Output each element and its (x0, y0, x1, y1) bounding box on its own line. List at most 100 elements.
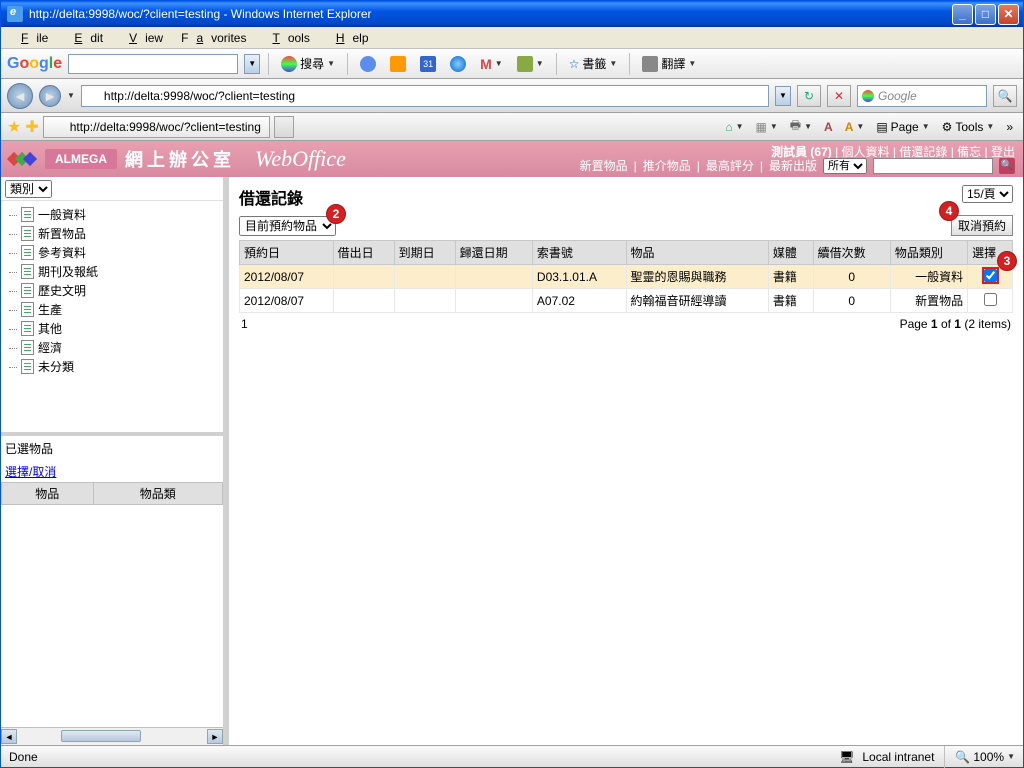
chevron-right-icon[interactable]: » (1002, 118, 1017, 136)
feeds-button[interactable]: ▦▼ (752, 118, 782, 136)
select-toggle-link[interactable]: 選擇/取消 (1, 461, 223, 482)
table-row[interactable]: 2012/08/07D03.1.01.A聖靈的恩賜與職務書籍0一般資料 (240, 265, 1013, 289)
text-size-button[interactable]: A (820, 118, 837, 136)
banner-filter-select[interactable]: 所有 (823, 158, 867, 174)
column-header[interactable]: 預約日 (240, 241, 334, 265)
minimize-button[interactable]: _ (952, 4, 973, 25)
link-latest[interactable]: 最新出版 (769, 157, 817, 174)
status-bar: Done 🖥 Local intranet 🔍100%▼ (1, 745, 1023, 767)
search-go-button[interactable]: 🔍 (993, 85, 1017, 107)
cancel-reservation-button[interactable]: 取消預約 (951, 215, 1013, 236)
main-panel: 15/頁 借還記錄 目前預約物品 2 取消預約 4 預約日借出日到期日歸還日期索… (229, 177, 1023, 745)
table-cell: 2012/08/07 (240, 289, 334, 313)
menu-view[interactable]: View (113, 29, 171, 47)
sidebar-item[interactable]: 參考資料 (1, 243, 223, 262)
menu-favorites[interactable]: Favorites (173, 29, 254, 47)
print-button[interactable]: 🖶▼ (786, 114, 816, 139)
tb-more-icon[interactable]: ▼ (513, 54, 548, 74)
address-bar[interactable]: http://delta:9998/woc/?client=testing (81, 85, 769, 107)
maximize-button[interactable]: □ (975, 4, 996, 25)
home-button[interactable]: ⌂▼ (721, 118, 747, 136)
tb-bookmarks[interactable]: ☆書籤▼ (565, 53, 622, 74)
table-cell (394, 265, 455, 289)
scroll-thumb[interactable] (61, 730, 141, 742)
link-new-items[interactable]: 新置物品 (580, 157, 628, 174)
add-favorite-icon[interactable]: ✚ (25, 117, 38, 137)
tb-news-icon[interactable] (446, 54, 470, 74)
sidebar-hscrollbar[interactable]: ◄ ► (1, 727, 223, 745)
sidebar-item-label: 新置物品 (38, 225, 86, 242)
column-header[interactable]: 續借次數 (813, 241, 890, 265)
badge-2: 2 (326, 204, 346, 224)
tb-translate[interactable]: 翻譯▼ (638, 53, 700, 74)
favorites-star-icon[interactable]: ★ (7, 117, 21, 137)
row-select-checkbox[interactable] (984, 293, 997, 306)
column-header[interactable]: 歸還日期 (455, 241, 532, 265)
column-header[interactable]: 物品類別 (890, 241, 967, 265)
back-button[interactable]: ◄ (7, 83, 33, 109)
document-icon (21, 359, 34, 374)
text-color-button[interactable]: A▼ (841, 118, 869, 136)
link-top-rated[interactable]: 最高評分 (706, 157, 754, 174)
filter-select[interactable]: 目前預約物品 (239, 216, 336, 236)
menu-help[interactable]: Help (320, 29, 377, 47)
table-cell: 書籍 (768, 289, 813, 313)
menu-edit[interactable]: Edit (58, 29, 111, 47)
sidebar-item[interactable]: 未分類 (1, 357, 223, 376)
zoom-control[interactable]: 🔍100%▼ (955, 750, 1015, 764)
tb-share-icon[interactable] (356, 54, 380, 74)
sidebar-item[interactable]: 其他 (1, 319, 223, 338)
google-search-input[interactable] (68, 54, 238, 74)
scroll-right-icon[interactable]: ► (207, 729, 223, 744)
table-cell: 新置物品 (890, 289, 967, 313)
link-featured[interactable]: 推介物品 (643, 157, 691, 174)
table-row[interactable]: 2012/08/07A07.02約翰福音研經導讀書籍0新置物品 (240, 289, 1013, 313)
sidebar-item[interactable]: 一般資料 (1, 205, 223, 224)
col-item: 物品 (2, 482, 94, 504)
per-page-select[interactable]: 15/頁 (962, 185, 1013, 203)
col-item-type: 物品類 (93, 482, 222, 504)
close-button[interactable]: ✕ (998, 4, 1019, 25)
tb-calendar-icon[interactable]: 31 (416, 54, 440, 74)
browser-tab[interactable]: http://delta:9998/woc/?client=testing (43, 116, 270, 138)
column-header[interactable]: 借出日 (333, 241, 394, 265)
brand-cn: 網上辦公室 (125, 146, 235, 172)
google-logo: Google (7, 55, 62, 73)
page-menu[interactable]: ▤Page▼ (872, 118, 933, 136)
table-cell: 0 (813, 265, 890, 289)
browser-search-box[interactable]: Google (857, 85, 987, 107)
address-dropdown[interactable]: ▼ (775, 86, 791, 106)
sidebar-item[interactable]: 生產 (1, 300, 223, 319)
google-search-dropdown[interactable]: ▼ (244, 54, 260, 74)
column-header[interactable]: 索書號 (532, 241, 626, 265)
sidebar-item[interactable]: 期刊及報紙 (1, 262, 223, 281)
banner-search-icon[interactable]: 🔍 (999, 158, 1015, 174)
column-header[interactable]: 到期日 (394, 241, 455, 265)
tools-menu[interactable]: ⚙Tools▼ (938, 118, 999, 136)
column-header[interactable]: 媒體 (768, 241, 813, 265)
google-search-button[interactable]: 搜尋▼ (277, 53, 339, 74)
document-icon (21, 321, 34, 336)
refresh-button[interactable]: ↻ (797, 85, 821, 107)
menu-tools[interactable]: Tools (256, 29, 317, 47)
nav-history-dropdown[interactable]: ▼ (67, 91, 75, 100)
tb-gmail-icon[interactable]: M▼ (476, 54, 507, 74)
stop-button[interactable]: ✕ (827, 85, 851, 107)
tb-shield-icon[interactable] (386, 54, 410, 74)
pager: 1 Page 1 of 1 (2 items) (239, 313, 1013, 335)
banner-search-input[interactable] (873, 158, 993, 174)
sidebar-item[interactable]: 經濟 (1, 338, 223, 357)
column-header[interactable]: 物品 (626, 241, 768, 265)
sidebar: 類別 一般資料新置物品參考資料期刊及報紙歷史文明生產其他經濟未分類 已選物品 選… (1, 177, 225, 745)
sidebar-item-label: 經濟 (38, 339, 62, 356)
category-select[interactable]: 類別 (5, 180, 52, 198)
document-icon (21, 226, 34, 241)
sidebar-item-label: 一般資料 (38, 206, 86, 223)
menu-file[interactable]: File (5, 29, 56, 47)
scroll-left-icon[interactable]: ◄ (1, 729, 17, 744)
sidebar-item[interactable]: 歷史文明 (1, 281, 223, 300)
row-select-checkbox[interactable] (984, 269, 997, 282)
forward-button[interactable]: ► (39, 85, 61, 107)
sidebar-item[interactable]: 新置物品 (1, 224, 223, 243)
new-tab-button[interactable] (274, 116, 294, 138)
